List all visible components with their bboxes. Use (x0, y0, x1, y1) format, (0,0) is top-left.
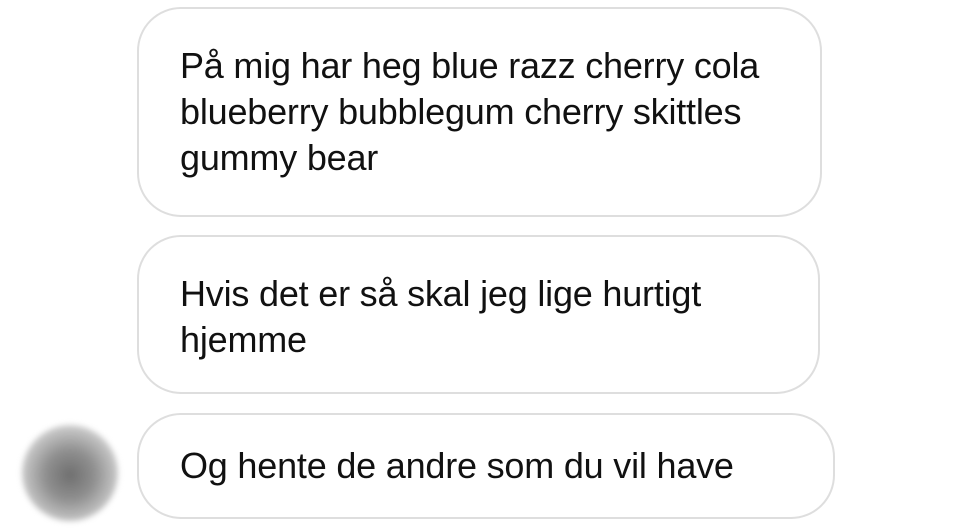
message-text: Og hente de andre som du vil have (180, 445, 734, 486)
avatar[interactable] (22, 425, 118, 521)
message-text: På mig har heg blue razz cherry cola blu… (180, 45, 760, 178)
message-text: Hvis det er så skal jeg lige hurtigt hje… (180, 273, 702, 360)
message-bubble[interactable]: Hvis det er så skal jeg lige hurtigt hje… (137, 235, 820, 394)
message-bubble[interactable]: Og hente de andre som du vil have (137, 413, 835, 519)
message-thread: På mig har heg blue razz cherry cola blu… (0, 0, 960, 530)
message-bubble[interactable]: På mig har heg blue razz cherry cola blu… (137, 7, 822, 217)
